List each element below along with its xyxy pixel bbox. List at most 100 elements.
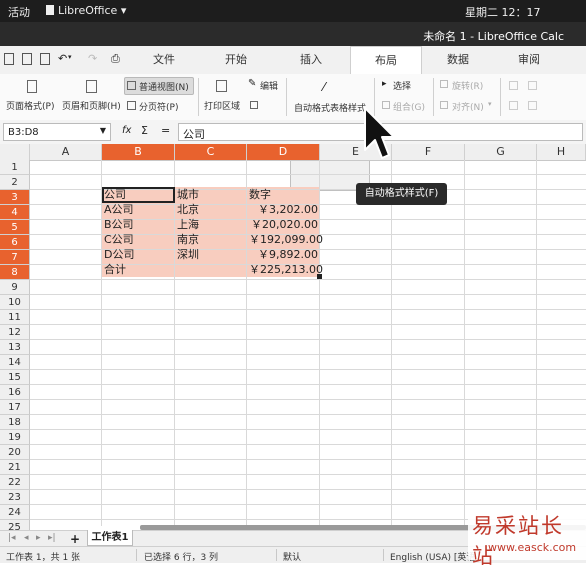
row-header[interactable]: 10 — [0, 295, 30, 310]
cell-b5[interactable]: B公司 — [102, 217, 175, 232]
previous-sheet-icon[interactable]: ◂ — [24, 533, 29, 543]
row-header[interactable]: 3 — [0, 190, 30, 205]
autofill-handle[interactable] — [317, 274, 322, 279]
row-header[interactable]: 16 — [0, 385, 30, 400]
cell-c8[interactable] — [175, 262, 247, 277]
row-header[interactable]: 5 — [0, 220, 30, 235]
edit-button[interactable]: 编辑 — [260, 79, 278, 92]
bring-forward-icon[interactable] — [509, 81, 518, 90]
cell-d7[interactable]: ￥9,892.00 — [247, 247, 320, 262]
cell-b4[interactable]: A公司 — [102, 202, 175, 217]
row-header[interactable]: 6 — [0, 235, 30, 250]
row-gridline — [30, 459, 586, 460]
group-button[interactable]: 组合(G) — [393, 100, 425, 113]
name-box[interactable]: B3:D8 ▼ — [3, 123, 111, 141]
cell-c5[interactable]: 上海 — [175, 217, 247, 232]
redo-icon[interactable]: ↷ — [88, 52, 97, 65]
cell-c6[interactable]: 南京 — [175, 232, 247, 247]
column-header-h[interactable]: H — [537, 144, 586, 160]
row-header[interactable]: 12 — [0, 325, 30, 340]
row-header[interactable]: 1 — [0, 160, 30, 175]
cell-c4[interactable]: 北京 — [175, 202, 247, 217]
cell-b7[interactable]: D公司 — [102, 247, 175, 262]
tab-home[interactable]: 开始 — [210, 46, 262, 74]
row-header[interactable]: 9 — [0, 280, 30, 295]
page-format-button[interactable]: 页面格式(P) — [6, 99, 54, 112]
select-button[interactable]: 选择 — [393, 79, 411, 92]
row-header[interactable]: 18 — [0, 415, 30, 430]
formula-equals-icon[interactable]: = — [161, 124, 170, 137]
tab-layout[interactable]: 布局 — [350, 46, 422, 76]
row-header[interactable]: 15 — [0, 370, 30, 385]
page-break-button[interactable]: 分页符(P) — [139, 100, 178, 113]
new-document-icon[interactable] — [4, 53, 14, 65]
row-header[interactable]: 14 — [0, 355, 30, 370]
row-header[interactable]: 19 — [0, 430, 30, 445]
sheet-tab[interactable]: 工作表1 — [87, 530, 133, 546]
sum-icon[interactable]: Σ — [141, 124, 148, 137]
send-backward-icon[interactable] — [528, 81, 537, 90]
clock[interactable]: 星期二 12：17 — [465, 4, 541, 20]
save-icon[interactable] — [40, 53, 50, 65]
page-style[interactable]: 默认 — [283, 550, 301, 563]
cell-d6[interactable]: ￥192,099.00 — [247, 232, 323, 247]
cell-c7[interactable]: 深圳 — [175, 247, 247, 262]
to-back-icon[interactable] — [528, 101, 537, 110]
column-header-g[interactable]: G — [465, 144, 537, 160]
align-dropdown-icon[interactable]: ▾ — [488, 100, 492, 108]
cell-b6[interactable]: C公司 — [102, 232, 175, 247]
tab-file[interactable]: 文件 — [138, 46, 190, 74]
print-icon[interactable]: ⎙ — [111, 52, 120, 66]
column-header-c[interactable]: C — [175, 144, 247, 160]
row-header[interactable]: 21 — [0, 460, 30, 475]
cell-c3[interactable]: 城市 — [175, 187, 247, 202]
row-header[interactable]: 4 — [0, 205, 30, 220]
first-sheet-icon[interactable]: |◂ — [8, 533, 16, 543]
name-box-value: B3:D8 — [8, 127, 39, 138]
align-icon — [440, 101, 448, 109]
column-header-d[interactable]: D — [247, 144, 320, 160]
undo-dropdown-icon[interactable]: ▾ — [68, 53, 72, 61]
cell-d8[interactable]: ￥225,213.00 — [247, 262, 323, 277]
row-header[interactable]: 8 — [0, 265, 30, 280]
cell-d5[interactable]: ￥20,020.00 — [247, 217, 320, 232]
chevron-down-icon[interactable]: ▼ — [100, 126, 106, 135]
system-top-bar: 活动 LibreOffice ▾ 星期二 12：17 — [0, 0, 586, 22]
row-header[interactable]: 7 — [0, 250, 30, 265]
row-header[interactable]: 24 — [0, 505, 30, 520]
watermark-logo: 易采站长站 — [472, 514, 564, 568]
row-header[interactable]: 17 — [0, 400, 30, 415]
column-header-f[interactable]: F — [392, 144, 465, 160]
row-header[interactable]: 20 — [0, 445, 30, 460]
print-range-options-icon[interactable] — [250, 101, 258, 109]
open-folder-icon[interactable] — [22, 53, 32, 65]
column-header-a[interactable]: A — [30, 144, 102, 160]
activities-button[interactable]: 活动 — [8, 4, 30, 20]
cell-b8[interactable]: 合计 — [102, 262, 175, 277]
cell-d4[interactable]: ￥3,202.00 — [247, 202, 320, 217]
cell-d3[interactable]: 数字 — [247, 187, 320, 202]
row-header[interactable]: 23 — [0, 490, 30, 505]
rotate-button[interactable]: 旋转(R) — [452, 79, 483, 92]
last-sheet-icon[interactable]: ▸| — [48, 533, 56, 543]
row-header[interactable]: 2 — [0, 175, 30, 190]
app-menu[interactable]: LibreOffice ▾ — [46, 4, 126, 17]
language-status[interactable]: English (USA) [英语 — [390, 550, 475, 563]
undo-icon[interactable]: ↶ — [58, 52, 67, 65]
add-sheet-button[interactable]: + — [70, 532, 80, 546]
tab-data[interactable]: 数据 — [432, 46, 484, 74]
function-wizard-icon[interactable]: fx — [122, 125, 131, 136]
row-header[interactable]: 13 — [0, 340, 30, 355]
header-footer-button[interactable]: 页眉和页脚(H) — [62, 99, 121, 112]
print-range-button[interactable]: 打印区域 — [204, 99, 240, 112]
select-all-corner[interactable] — [0, 144, 30, 160]
tab-review[interactable]: 审阅 — [503, 46, 555, 74]
next-sheet-icon[interactable]: ▸ — [36, 533, 41, 543]
align-button[interactable]: 对齐(N) — [452, 100, 484, 113]
row-header[interactable]: 11 — [0, 310, 30, 325]
to-front-icon[interactable] — [509, 101, 518, 110]
row-header[interactable]: 22 — [0, 475, 30, 490]
autoformat-label: 自动格式表格样式 — [294, 104, 367, 114]
tab-insert[interactable]: 插入 — [285, 46, 337, 74]
column-header-b[interactable]: B — [102, 144, 175, 160]
